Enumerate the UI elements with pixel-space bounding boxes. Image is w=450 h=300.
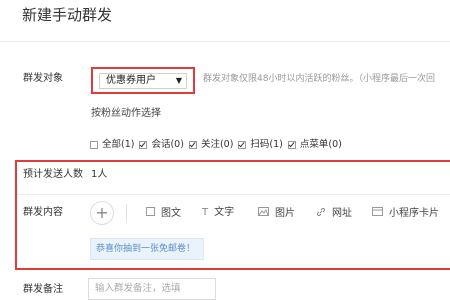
header-divider <box>0 41 450 42</box>
tool-miniprogram-button[interactable]: 小程序卡片 <box>372 207 439 220</box>
filter-checkbox-scan[interactable] <box>238 141 247 149</box>
page-title: 新建手动群发 <box>22 6 113 24</box>
filter-label-follow: 关注(0) <box>200 139 234 150</box>
tool-image-label: 图片 <box>275 207 295 219</box>
filter-label-session: 会话(0) <box>151 139 184 150</box>
tool-link-label: 网址 <box>332 208 352 219</box>
content-divider <box>17 194 450 195</box>
filter-label-scan: 扫码(1) <box>250 139 283 150</box>
tool-news-button[interactable]: 图文 <box>146 207 181 220</box>
target-select-highlight: 优惠券用户 ▼ <box>91 67 195 94</box>
toolbar-separator <box>126 204 127 222</box>
tool-image-button[interactable]: 图片 <box>258 207 295 220</box>
tool-text-button[interactable]: T 文字 <box>202 207 234 219</box>
estimate-label: 预计发送人数 <box>23 169 83 180</box>
image-icon <box>258 207 269 220</box>
content-label: 群发内容 <box>23 207 63 218</box>
filter-checkbox-follow[interactable] <box>188 141 197 149</box>
target-select[interactable]: 优惠券用户 ▼ <box>99 73 187 89</box>
plus-icon[interactable]: + <box>90 201 114 225</box>
filter-checkbox-menu[interactable] <box>287 141 296 149</box>
estimate-value: 1人 <box>91 169 108 180</box>
news-icon <box>146 207 155 220</box>
action-select-label: 按粉丝动作选择 <box>91 108 161 119</box>
text-icon: T <box>202 207 209 218</box>
remark-label: 群发备注 <box>23 284 63 295</box>
miniprogram-icon <box>372 207 383 220</box>
target-label: 群发对象 <box>23 73 63 84</box>
tool-text-label: 文字 <box>214 207 235 218</box>
link-icon <box>316 207 326 221</box>
tool-link-button[interactable]: 网址 <box>316 207 352 221</box>
tool-miniprogram-label: 小程序卡片 <box>389 207 439 219</box>
filter-checkbox-session[interactable] <box>139 141 148 149</box>
filter-label-menu: 点菜单(0) <box>299 139 342 150</box>
content-preview[interactable]: 恭喜你抽到一张免邮卷！ <box>90 238 204 260</box>
target-hint: 群发对象仅限48小时以内活跃的粉丝。（小程序最后一次回 <box>203 74 435 84</box>
remark-input[interactable]: 输入群发备注，选填 <box>88 278 216 300</box>
target-select-value: 优惠券用户 <box>106 75 156 86</box>
filter-checkbox-all[interactable] <box>90 141 98 149</box>
tool-news-label: 图文 <box>161 207 181 219</box>
filter-label-all: 全部(1) <box>102 139 135 150</box>
filter-checkbox-row: 全部(1) 会话(0) 关注(0) 扫码(1) 点菜单(0) <box>90 138 347 152</box>
chevron-down-icon: ▼ <box>175 76 182 85</box>
